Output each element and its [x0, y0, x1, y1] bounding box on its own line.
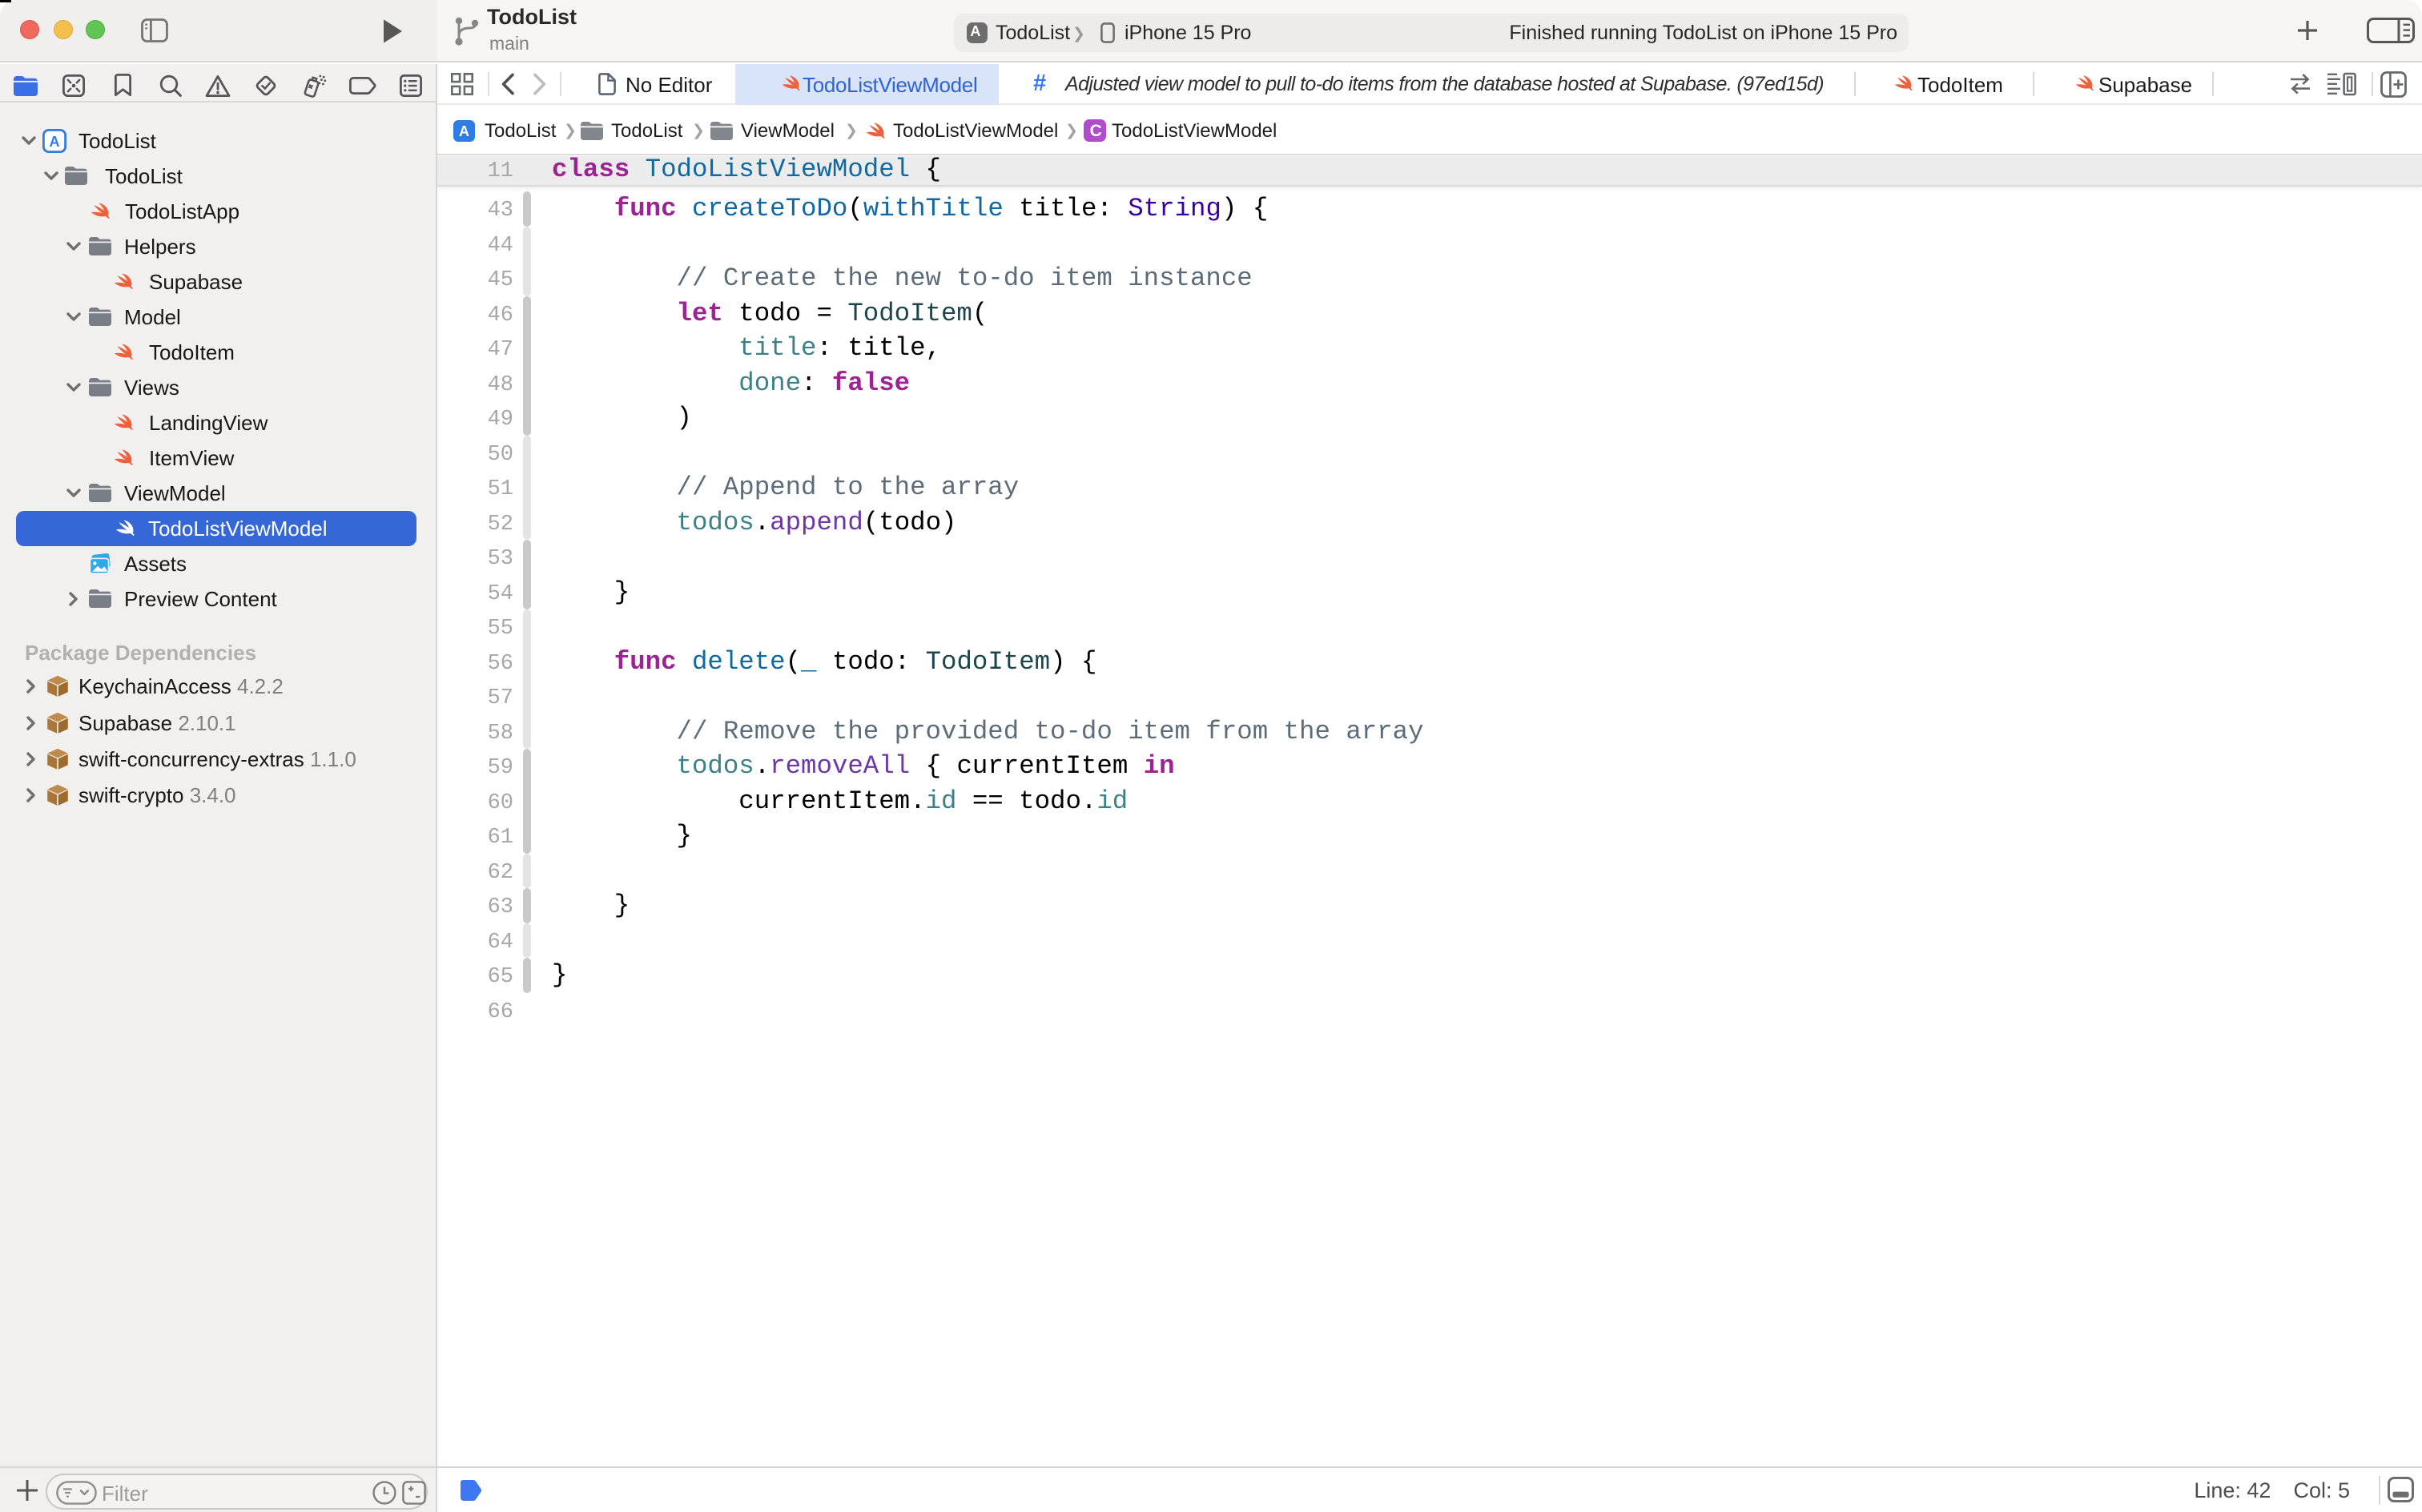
svg-text:A: A — [50, 134, 60, 150]
